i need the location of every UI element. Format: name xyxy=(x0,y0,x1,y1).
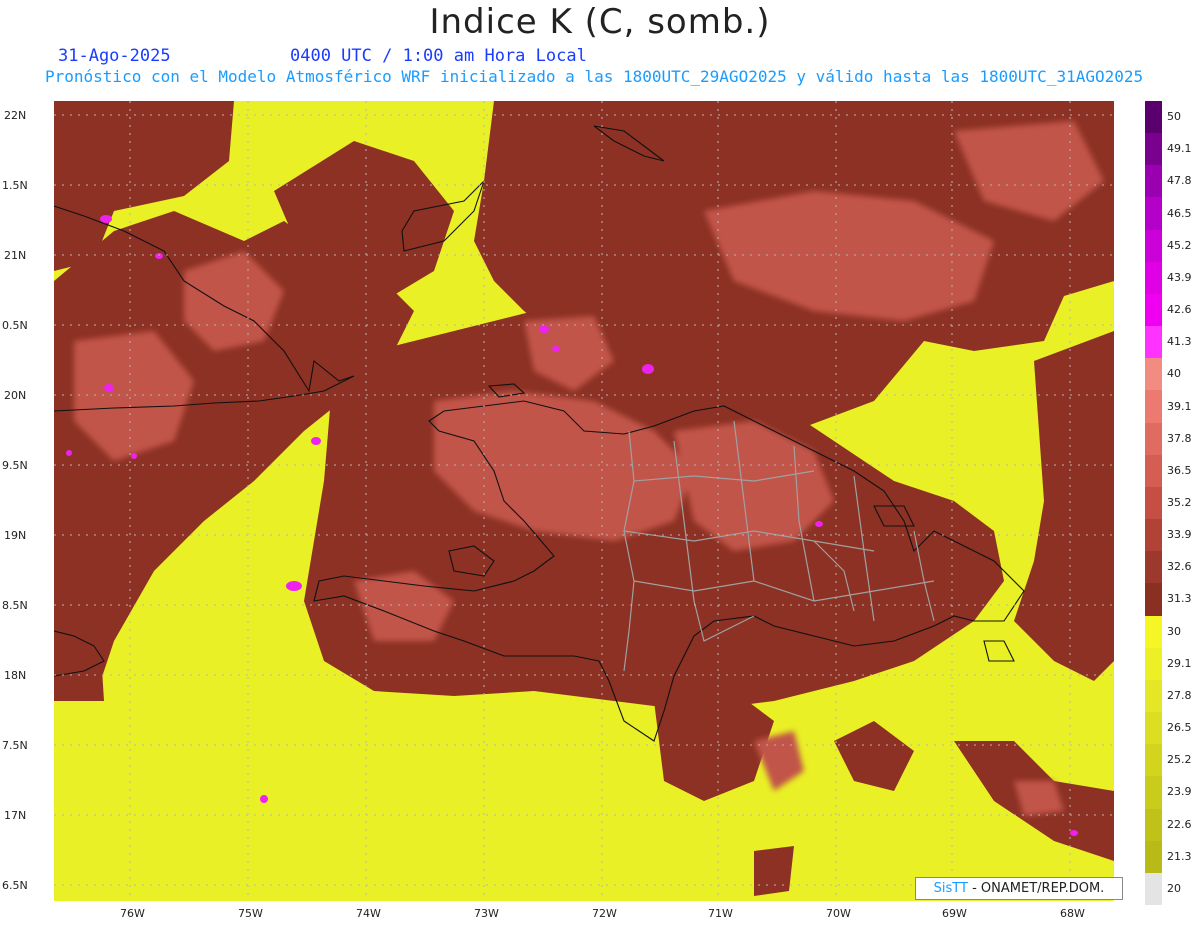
colorbar-segment xyxy=(1145,647,1162,681)
colorbar-segment xyxy=(1145,551,1162,584)
colorbar-label: 26.5 xyxy=(1167,721,1192,735)
colorbar-segment xyxy=(1145,615,1162,649)
colorbar-label: 46.5 xyxy=(1167,206,1192,220)
colorbar-label: 30 xyxy=(1167,624,1181,638)
lon-label: 68W xyxy=(1060,907,1085,920)
lat-label: 22N xyxy=(4,109,27,122)
colorbar-label: 47.8 xyxy=(1167,174,1192,188)
lon-label: 74W xyxy=(356,907,381,920)
colorbar-label: 35.2 xyxy=(1167,496,1192,509)
forecast-description: Pronóstico con el Modelo Atmosférico WRF… xyxy=(45,67,1144,86)
colorbar-label: 31.3 xyxy=(1167,592,1192,606)
colorbar-segment xyxy=(1145,197,1162,231)
colorbar-segment xyxy=(1145,872,1162,906)
colorbar-segment xyxy=(1145,712,1162,745)
lon-label: 69W xyxy=(942,907,967,920)
colorbar-label: 37.8 xyxy=(1167,431,1192,445)
colorbar-segment xyxy=(1145,744,1162,777)
colorbar-label: 43.9 xyxy=(1167,270,1192,284)
lon-label: 76W xyxy=(120,907,145,920)
lat-label: 17N xyxy=(4,809,27,822)
colorbar-label: 20 xyxy=(1167,881,1181,895)
lat-label: 6.5N xyxy=(2,879,28,892)
colorbar-label: 25.2 xyxy=(1167,753,1192,767)
colorbar-label: 29.1 xyxy=(1167,656,1192,670)
lon-label: 73W xyxy=(474,907,499,920)
colorbar-segment xyxy=(1145,261,1162,295)
lat-label: 21N xyxy=(4,249,27,262)
colorbar-label: 33.9 xyxy=(1167,528,1192,542)
lat-label: 7.5N xyxy=(2,739,28,752)
colorbar-label: 36.5 xyxy=(1167,463,1192,477)
colorbar-segment xyxy=(1145,229,1162,263)
lat-label: 0.5N xyxy=(2,319,28,332)
colorbar-label: 23.9 xyxy=(1167,785,1192,799)
colorbar-segment xyxy=(1145,390,1162,424)
valid-time: 0400 UTC / 1:00 am Hora Local xyxy=(290,46,587,66)
colorbar-label: 40 xyxy=(1167,367,1181,381)
lat-label: 19N xyxy=(4,529,27,542)
valid-date: 31-Ago-2025 xyxy=(58,46,171,66)
colorbar-label: 32.6 xyxy=(1167,560,1192,574)
brand-logo: SisTT xyxy=(933,881,968,896)
colorbar-segment xyxy=(1145,101,1162,134)
colorbar-label: 42.6 xyxy=(1167,303,1192,317)
credit-text: - ONAMET/REP.DOM. xyxy=(972,881,1105,896)
colorbar-label: 39.1 xyxy=(1167,399,1192,413)
map-title: Indice K (C, somb.) xyxy=(429,2,771,42)
lon-label: 70W xyxy=(826,907,851,920)
colorbar-label: 50 xyxy=(1167,110,1181,124)
lat-label: 1.5N xyxy=(2,179,28,192)
colorbar-segment xyxy=(1145,583,1162,617)
credit-box: SisTT - ONAMET/REP.DOM. xyxy=(915,877,1123,900)
colorbar-segment xyxy=(1145,133,1162,166)
colorbar-segment xyxy=(1145,165,1162,198)
lon-label: 71W xyxy=(708,907,733,920)
lat-label: 9.5N xyxy=(2,459,28,472)
lon-label: 75W xyxy=(238,907,263,920)
colorbar-label: 22.6 xyxy=(1167,817,1192,831)
colorbar-label: 45.2 xyxy=(1167,238,1192,252)
colorbar-label: 41.3 xyxy=(1167,335,1192,349)
lat-label: 20N xyxy=(4,389,27,402)
colorbar-segment xyxy=(1145,454,1162,488)
colorbar xyxy=(1145,101,1162,906)
colorbar-label: 27.8 xyxy=(1167,688,1192,702)
colorbar-segment xyxy=(1145,519,1162,552)
map-canvas xyxy=(54,101,1114,901)
colorbar-segment xyxy=(1145,840,1162,874)
colorbar-label: 49.1 xyxy=(1167,142,1192,156)
colorbar-segment xyxy=(1145,776,1162,810)
colorbar-segment xyxy=(1145,422,1162,456)
k-index-map xyxy=(54,101,1114,901)
colorbar-segment xyxy=(1145,326,1162,359)
colorbar-segment xyxy=(1145,679,1162,713)
colorbar-segment xyxy=(1145,486,1162,520)
lat-label: 18N xyxy=(4,669,27,682)
colorbar-segment xyxy=(1145,293,1162,327)
lon-label: 72W xyxy=(592,907,617,920)
colorbar-segment xyxy=(1145,358,1162,391)
lat-label: 8.5N xyxy=(2,599,28,612)
colorbar-label: 21.3 xyxy=(1167,849,1192,863)
colorbar-segment xyxy=(1145,808,1162,842)
